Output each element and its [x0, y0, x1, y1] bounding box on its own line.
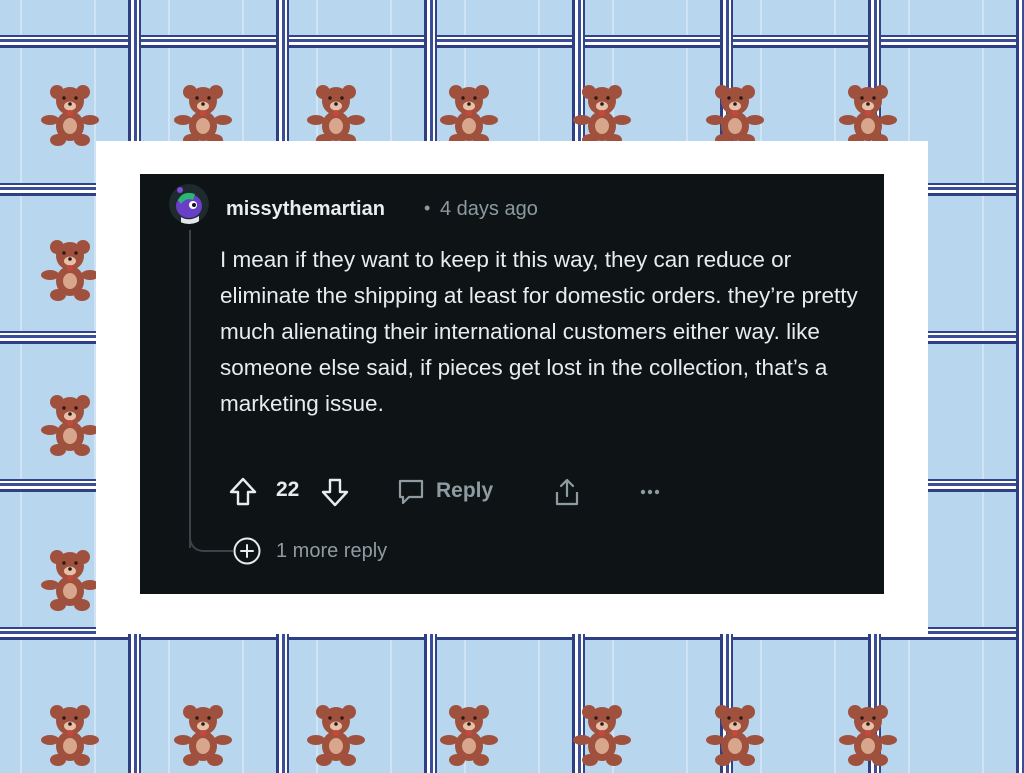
teddy-bear-icon [40, 392, 100, 458]
teddy-bear-icon [439, 702, 499, 768]
teddy-bear-icon [705, 82, 765, 148]
thread-connector [189, 530, 233, 552]
user-avatar[interactable] [169, 184, 209, 224]
ellipsis-icon [640, 489, 660, 495]
teddy-bear-icon [40, 702, 100, 768]
reply-label: Reply [436, 479, 494, 502]
timestamp: 4 days ago [440, 198, 538, 220]
teddy-bear-icon [306, 82, 366, 148]
teddy-bear-icon [306, 702, 366, 768]
teddy-bear-icon [439, 82, 499, 148]
teddy-bear-icon [572, 702, 632, 768]
arrow-up-icon [229, 477, 257, 506]
upvote-button[interactable] [228, 476, 258, 508]
more-replies-label: 1 more reply [276, 539, 388, 562]
teddy-bear-icon [173, 82, 233, 148]
comment-body: I mean if they want to keep it this way,… [220, 247, 858, 416]
arrow-down-icon [321, 478, 349, 507]
teddy-bear-icon [40, 547, 100, 613]
speech-bubble-icon [398, 479, 424, 505]
share-icon [555, 478, 579, 506]
more-replies-button[interactable]: 1 more reply [232, 536, 387, 566]
meta-separator: • [424, 198, 431, 218]
vote-count: 22 [276, 478, 300, 501]
teddy-bear-icon [705, 702, 765, 768]
plus-circle-icon [233, 537, 261, 565]
share-button[interactable] [552, 476, 582, 508]
username[interactable]: missythemartian [226, 198, 385, 221]
teddy-bear-icon [838, 702, 898, 768]
comment-card: missythemartian • 4 days ago I mean if t… [140, 174, 884, 594]
teddy-bear-icon [572, 82, 632, 148]
reply-button[interactable]: Reply [396, 476, 493, 506]
teddy-bear-icon [173, 702, 233, 768]
teddy-bear-icon [838, 82, 898, 148]
comment-action-bar: 22 Reply [228, 476, 788, 512]
teddy-bear-icon [40, 237, 100, 303]
more-options-button[interactable] [638, 480, 662, 504]
teddy-bear-icon [40, 82, 100, 148]
downvote-button[interactable] [320, 476, 350, 508]
thread-line[interactable] [189, 230, 191, 548]
